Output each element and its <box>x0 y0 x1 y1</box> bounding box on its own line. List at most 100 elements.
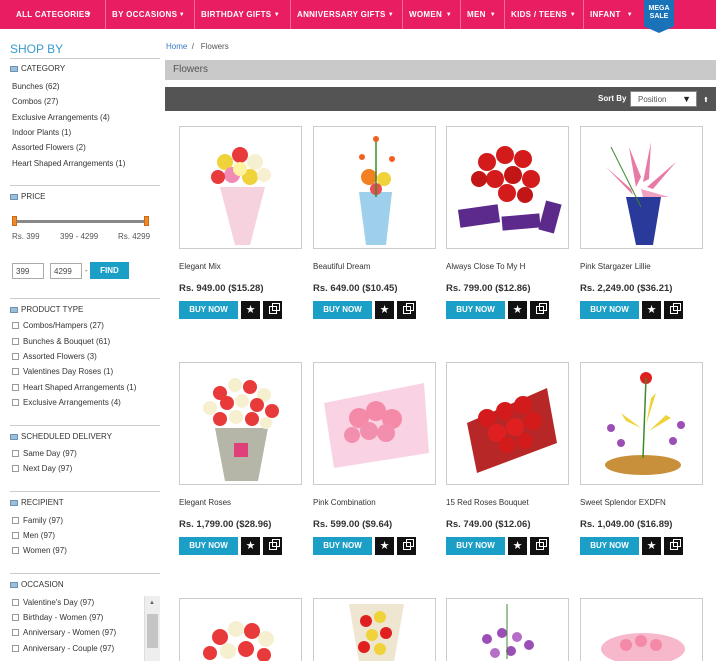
delivery-option[interactable]: Next Day (97) <box>12 464 72 473</box>
product-image[interactable] <box>313 126 436 249</box>
checkbox[interactable] <box>12 532 19 539</box>
product-type-option[interactable]: Assorted Flowers (3) <box>12 352 97 361</box>
product-name[interactable]: Always Close To My H <box>446 262 525 271</box>
buy-now-button[interactable]: BUY NOW <box>313 537 372 555</box>
buy-now-button[interactable]: BUY NOW <box>179 537 238 555</box>
buy-now-button[interactable]: BUY NOW <box>580 301 639 319</box>
nav-infant[interactable]: INFANT ▼ <box>583 0 639 29</box>
category-link[interactable]: Exclusive Arrangements (4) <box>12 113 110 122</box>
nav-kids-teens[interactable]: KIDS / TEENS ▼ <box>504 0 582 29</box>
price-min-input[interactable] <box>12 263 44 279</box>
delivery-option[interactable]: Same Day (97) <box>12 449 77 458</box>
category-link[interactable]: Indoor Plants (1) <box>12 128 71 137</box>
category-link[interactable]: Heart Shaped Arrangements (1) <box>12 159 125 168</box>
product-image[interactable] <box>580 598 703 661</box>
compare-icon[interactable] <box>263 537 282 555</box>
checkbox[interactable] <box>12 384 19 391</box>
product-name[interactable]: Elegant Roses <box>179 498 231 507</box>
category-link[interactable]: Assorted Flowers (2) <box>12 143 86 152</box>
compare-icon[interactable] <box>397 301 416 319</box>
category-link[interactable]: Bunches (62) <box>12 82 60 91</box>
sort-direction-icon[interactable]: ⬆ <box>703 96 709 104</box>
checkbox[interactable] <box>12 322 19 329</box>
product-type-option[interactable]: Exclusive Arrangements (4) <box>12 398 121 407</box>
price-slider-min-handle[interactable] <box>12 216 17 226</box>
product-image[interactable] <box>446 126 569 249</box>
checkbox[interactable] <box>12 450 19 457</box>
category-link[interactable]: Combos (27) <box>12 97 58 106</box>
sort-select[interactable]: Position ▼ <box>630 91 697 107</box>
price-slider-track[interactable] <box>14 220 148 223</box>
occasion-option[interactable]: Birthday - Women (97) <box>12 613 103 622</box>
checkbox[interactable] <box>12 465 19 472</box>
mega-sale-badge[interactable]: MEGA SALE <box>644 0 674 33</box>
wishlist-star-icon[interactable]: ★ <box>241 537 260 555</box>
recipient-option[interactable]: Men (97) <box>12 531 55 540</box>
product-image[interactable] <box>313 362 436 485</box>
compare-icon[interactable] <box>530 301 549 319</box>
checkbox[interactable] <box>12 353 19 360</box>
checkbox[interactable] <box>12 547 19 554</box>
buy-now-button[interactable]: BUY NOW <box>580 537 639 555</box>
price-max-input[interactable] <box>50 263 82 279</box>
nav-men[interactable]: MEN ▼ <box>460 0 502 29</box>
occasion-option[interactable]: Valentine's Day (97) <box>12 598 94 607</box>
breadcrumb-home[interactable]: Home <box>166 42 187 51</box>
compare-icon[interactable] <box>664 537 683 555</box>
wishlist-star-icon[interactable]: ★ <box>375 301 394 319</box>
occasion-option[interactable]: Anniversary - Women (97) <box>12 628 116 637</box>
wishlist-star-icon[interactable]: ★ <box>642 301 661 319</box>
product-type-option[interactable]: Combos/Hampers (27) <box>12 321 104 330</box>
checkbox[interactable] <box>12 368 19 375</box>
checkbox[interactable] <box>12 517 19 524</box>
occasion-scrollbar[interactable]: ▲ <box>144 596 160 661</box>
product-name[interactable]: Sweet Splendor EXDFN <box>580 498 666 507</box>
wishlist-star-icon[interactable]: ★ <box>508 301 527 319</box>
buy-now-button[interactable]: BUY NOW <box>446 537 505 555</box>
buy-now-button[interactable]: BUY NOW <box>446 301 505 319</box>
scroll-up-icon[interactable]: ▲ <box>149 600 155 606</box>
product-type-option[interactable]: Bunches & Bouquet (61) <box>12 337 110 346</box>
scroll-thumb[interactable] <box>147 614 158 648</box>
nav-anniversary-gifts[interactable]: ANNIVERSARY GIFTS ▼ <box>290 0 400 29</box>
occasion-option[interactable]: Anniversary - Couple (97) <box>12 644 114 653</box>
find-button[interactable]: FIND <box>90 262 129 279</box>
product-image[interactable] <box>179 598 302 661</box>
wishlist-star-icon[interactable]: ★ <box>241 301 260 319</box>
buy-now-button[interactable]: BUY NOW <box>313 301 372 319</box>
product-type-option[interactable]: Valentines Day Roses (1) <box>12 367 113 376</box>
product-name[interactable]: Pink Stargazer Lillie <box>580 262 651 271</box>
wishlist-star-icon[interactable]: ★ <box>508 537 527 555</box>
buy-now-button[interactable]: BUY NOW <box>179 301 238 319</box>
product-image[interactable] <box>179 126 302 249</box>
checkbox[interactable] <box>12 599 19 606</box>
checkbox[interactable] <box>12 645 19 652</box>
product-image[interactable] <box>179 362 302 485</box>
recipient-option[interactable]: Family (97) <box>12 516 63 525</box>
product-image[interactable] <box>313 598 436 661</box>
product-name[interactable]: 15 Red Roses Bouquet <box>446 498 529 507</box>
wishlist-star-icon[interactable]: ★ <box>375 537 394 555</box>
product-type-option[interactable]: Heart Shaped Arrangements (1) <box>12 383 136 392</box>
checkbox[interactable] <box>12 338 19 345</box>
price-slider-max-handle[interactable] <box>144 216 149 226</box>
compare-icon[interactable] <box>664 301 683 319</box>
product-image[interactable] <box>446 598 569 661</box>
nav-all-categories[interactable]: ALL CATEGORIES ▼ <box>0 0 98 29</box>
product-name[interactable]: Beautiful Dream <box>313 262 370 271</box>
recipient-option[interactable]: Women (97) <box>12 546 67 555</box>
compare-icon[interactable] <box>263 301 282 319</box>
checkbox[interactable] <box>12 399 19 406</box>
nav-by-occasions[interactable]: BY OCCASIONS ▼ <box>105 0 191 29</box>
product-name[interactable]: Elegant Mix <box>179 262 221 271</box>
nav-birthday-gifts[interactable]: BIRTHDAY GIFTS ▼ <box>194 0 286 29</box>
checkbox[interactable] <box>12 614 19 621</box>
checkbox[interactable] <box>12 629 19 636</box>
compare-icon[interactable] <box>530 537 549 555</box>
product-image[interactable] <box>446 362 569 485</box>
product-image[interactable] <box>580 126 703 249</box>
wishlist-star-icon[interactable]: ★ <box>642 537 661 555</box>
product-image[interactable] <box>580 362 703 485</box>
product-name[interactable]: Pink Combination <box>313 498 376 507</box>
nav-women[interactable]: WOMEN ▼ <box>402 0 458 29</box>
